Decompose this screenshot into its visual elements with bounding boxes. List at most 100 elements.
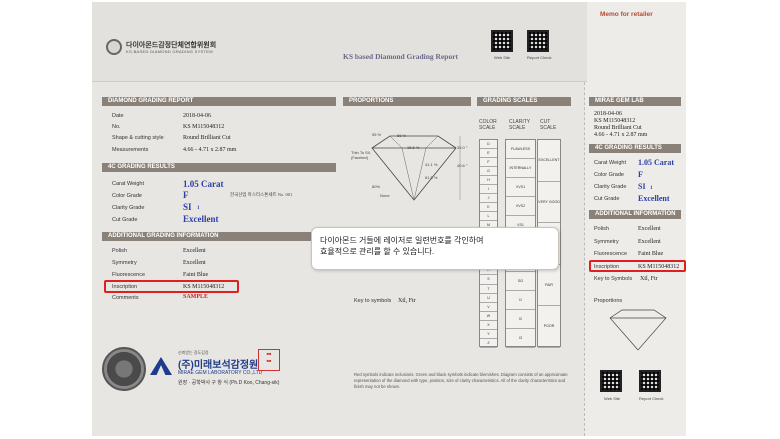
prop-culet: None xyxy=(380,193,390,198)
qr-website-label: Web Site xyxy=(494,55,511,60)
memo-label-polish: Polish xyxy=(594,226,609,232)
color-cell: Y xyxy=(480,330,497,339)
label-inscription: Inscription xyxy=(112,284,138,290)
section-title-4c: 4C GRADING RESULTS xyxy=(102,163,336,172)
memo-lab-title: MIRAE GEM LAB xyxy=(589,97,681,106)
prop-crown: 56 % xyxy=(397,133,407,138)
report-title: KS based Diamond Grading Report xyxy=(343,52,459,61)
value-carat: 1.05 Carat xyxy=(183,179,224,189)
color-cell: V xyxy=(480,303,497,312)
clarity-cell: INTERNALLY FLAWLESS xyxy=(506,159,535,178)
memo-label-key: Key to Symbols xyxy=(594,276,633,282)
cut-cell: POOR xyxy=(538,306,560,348)
label-polish: Polish xyxy=(112,248,127,254)
memo-value-polish: Excellent xyxy=(638,226,661,232)
label-number: No. xyxy=(112,124,121,130)
value-comments: SAMPLE xyxy=(183,294,209,300)
memo-label-clarity: Clarity Grade xyxy=(594,184,627,190)
lab-name: (주)미래보석감정원 xyxy=(178,360,259,371)
memo-value-clarity: SI xyxy=(638,182,646,191)
color-cell: G xyxy=(480,167,497,177)
color-cell: F xyxy=(480,158,497,168)
color-cell: H xyxy=(480,176,497,186)
prop-pavilion-angle: 40.6 ° xyxy=(457,163,468,168)
label-fluorescence: Fluorescence xyxy=(112,272,146,278)
value-shape: Round Brilliant Cut xyxy=(183,135,231,141)
lab-name-english: MIRAE GEM LABORATORY CO.,LTD xyxy=(178,370,263,376)
cut-cell: VERY GOOD xyxy=(538,182,560,224)
section-title-grading-report: DIAMOND GRADING REPORT xyxy=(102,97,336,106)
label-measurements: Measurements xyxy=(112,147,149,153)
memo-value-cut: Excellent xyxy=(638,194,670,203)
prop-lower-half: 80% xyxy=(372,184,381,189)
color-reference-note: 한국산업 마스터스톤세트 No. 001 xyxy=(230,192,293,197)
proportions-diagram xyxy=(371,135,461,201)
cut-cell: FAIR xyxy=(538,265,560,307)
label-cut: Cut Grade xyxy=(112,217,138,223)
prop-table: 55 % xyxy=(372,132,382,137)
symbols-footnote: Red symbols indicate inclusions. Green a… xyxy=(354,372,568,389)
color-cell: S xyxy=(480,275,497,285)
memo-qr-website-icon[interactable] xyxy=(600,370,622,392)
clarity-cell: I1 xyxy=(506,291,535,311)
color-cell: J xyxy=(480,194,497,204)
key-to-symbols-value: Xtl, Ftr xyxy=(398,298,416,304)
inscription-callout: 다이아몬드 거들에 레이저로 일련번호를 각인하여 효율적으로 관리를 할 수 … xyxy=(311,227,559,270)
lab-seal-icon xyxy=(102,347,146,391)
memo-label-carat: Carat Weight xyxy=(594,160,626,166)
value-symmetry: Excellent xyxy=(183,260,206,266)
color-cell: X xyxy=(480,321,497,330)
clarity-cell: FLAWLESS xyxy=(506,140,535,159)
memo-value-carat: 1.05 Carat xyxy=(638,158,674,167)
memo-value-key: Xtl, Ftr xyxy=(640,276,658,282)
value-number: KS M115048312 xyxy=(183,124,225,130)
memo-label-color: Color Grade xyxy=(594,172,624,178)
clarity-cell: I2 xyxy=(506,310,535,330)
clarity-cell: SI2 xyxy=(506,272,535,292)
memo-qr-website-label: Web Site xyxy=(604,396,621,401)
section-title-scales: GRADING SCALES xyxy=(477,97,571,106)
color-cell: Z xyxy=(480,339,497,348)
color-cell: I xyxy=(480,185,497,195)
qr-website-icon[interactable] xyxy=(491,30,513,52)
label-clarity: Clarity Grade xyxy=(112,205,145,211)
scale-header-clarity: CLARITY SCALE xyxy=(509,119,531,131)
label-shape: Shape & cutting style xyxy=(112,135,164,141)
clarity-cell: I3 xyxy=(506,329,535,348)
key-to-symbols-label: Key to symbols xyxy=(354,298,392,304)
scale-header-cut: CUT SCALE xyxy=(540,119,557,131)
memo-summary-number: KS M115048312 xyxy=(594,118,636,124)
value-measurements: 4.66 - 4.71 x 2.87 mm xyxy=(183,147,237,153)
memo-qr-report-check-label: Report Check xyxy=(639,396,664,401)
qr-report-check-icon[interactable] xyxy=(527,30,549,52)
label-carat: Carat Weight xyxy=(112,181,144,187)
memo-summary-measure: 4.66 - 4.71 x 2.87 mm xyxy=(594,132,648,138)
lab-stamp-icon: ■■ ■■ xyxy=(258,349,280,371)
label-symmetry: Symmetry xyxy=(112,260,137,266)
color-cell: W xyxy=(480,312,497,321)
qr-report-check-label: Report Check xyxy=(527,55,552,60)
color-cell: T xyxy=(480,285,497,294)
memo-value-symmetry: Excellent xyxy=(638,239,661,245)
memo-label-symmetry: Symmetry xyxy=(594,239,619,245)
prop-depth: 61.5 % xyxy=(425,175,438,180)
value-date: 2018-04-06 xyxy=(183,113,211,119)
memo-4c-title: 4C GRADING RESULTS xyxy=(589,144,681,153)
label-comments: Comments xyxy=(112,295,139,301)
value-clarity-suffix: 1 xyxy=(197,206,200,211)
value-polish: Excellent xyxy=(183,248,206,254)
value-clarity: SI xyxy=(183,202,192,212)
memo-value-inscription: KS M115048312 xyxy=(638,264,680,270)
memo-summary-shape: Round Brilliant Cut xyxy=(594,125,642,131)
section-title-proportions: PROPORTIONS xyxy=(343,97,471,106)
value-inscription: KS M115048312 xyxy=(183,284,225,290)
memo-qr-report-check-icon[interactable] xyxy=(639,370,661,392)
prop-pavilion: 41.1 % xyxy=(425,162,438,167)
value-color: F xyxy=(183,190,189,200)
clarity-cell: VVS1 xyxy=(506,178,535,197)
label-color: Color Grade xyxy=(112,193,142,199)
scale-header-color: COLOR SCALE xyxy=(479,119,497,131)
color-cell: K xyxy=(480,203,497,213)
org-subtitle: KS-BASED DIAMOND GRADING SYSTEM xyxy=(126,49,213,54)
prop-girdle: Thin To Sli. (Faceted) xyxy=(351,150,371,160)
